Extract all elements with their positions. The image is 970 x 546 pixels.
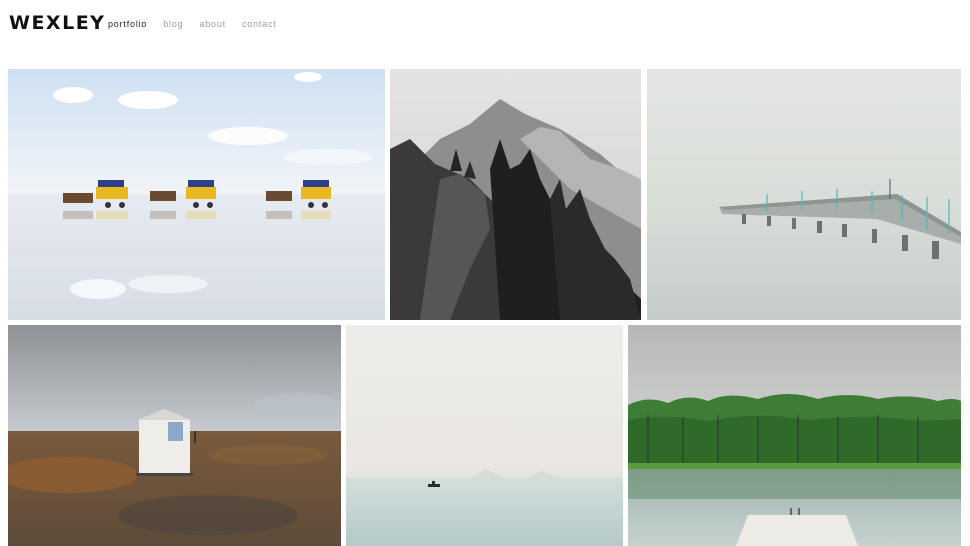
photo-bw-mountains[interactable] [390, 69, 641, 320]
photo-boat-on-sea[interactable] [346, 325, 623, 546]
nav-item-portfolio[interactable]: portfolio [108, 18, 147, 30]
site-logo[interactable]: WEXLEY [9, 12, 105, 34]
nav-item-contact[interactable]: contact [242, 18, 277, 30]
photo-pier-in-fog[interactable] [647, 69, 961, 320]
nav-item-blog[interactable]: blog [163, 18, 183, 30]
photo-horse-carriages[interactable] [8, 69, 385, 320]
nav-item-about[interactable]: about [199, 18, 226, 30]
photo-forest-lake[interactable] [628, 325, 961, 546]
main-nav: portfolio blog about contact [108, 18, 293, 30]
photo-white-hut[interactable] [8, 325, 341, 546]
